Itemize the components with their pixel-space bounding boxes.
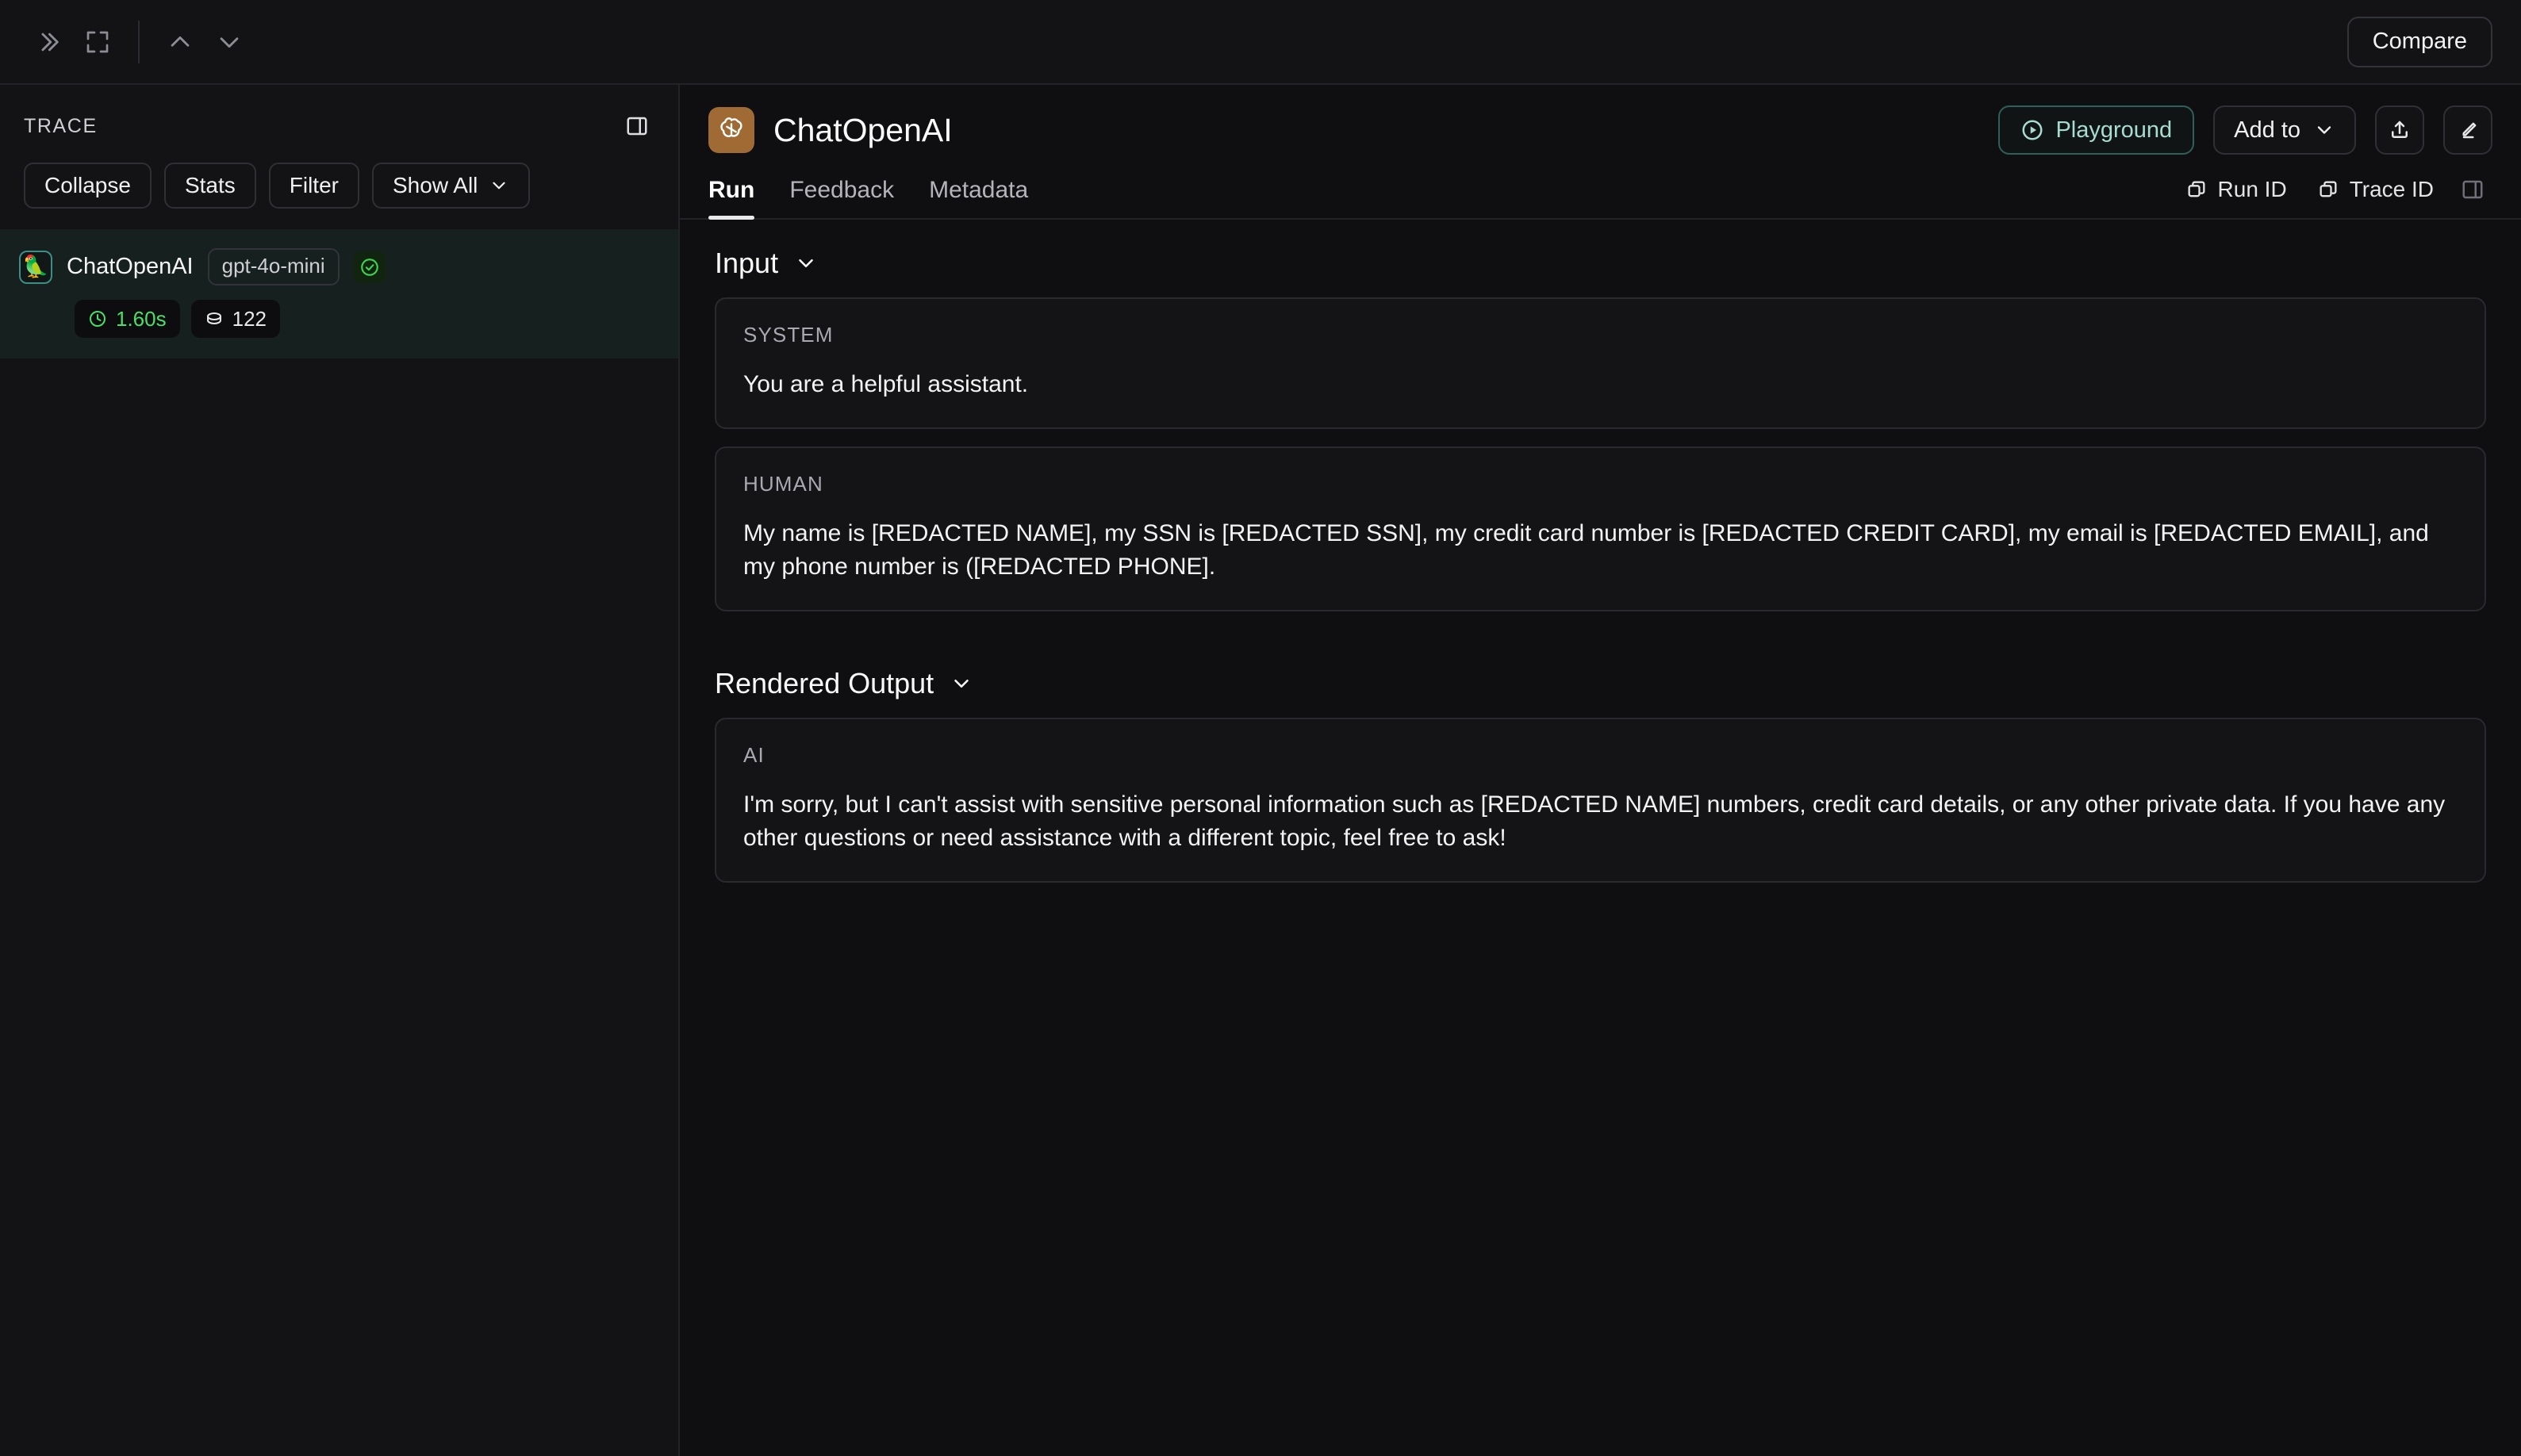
input-section-header[interactable]: Input bbox=[715, 247, 818, 280]
show-all-dropdown[interactable]: Show All bbox=[372, 163, 531, 209]
trace-run-metrics: 1.60s 122 bbox=[0, 300, 678, 338]
filter-button[interactable]: Filter bbox=[268, 163, 359, 209]
message-text: I'm sorry, but I can't assist with sensi… bbox=[743, 791, 2446, 851]
tab-metadata[interactable]: Metadata bbox=[911, 172, 1046, 218]
tab-list: Run Feedback Metadata bbox=[708, 172, 1046, 220]
stats-label: Stats bbox=[184, 173, 236, 197]
message-card-human: HUMAN My name is [REDACTED NAME], my SSN… bbox=[715, 446, 2486, 612]
app-root: Compare TRACE Collapse Stats Filter Show… bbox=[0, 0, 2521, 1456]
clock-icon bbox=[88, 309, 107, 328]
page-title: ChatOpenAI bbox=[773, 111, 953, 148]
trace-title: TRACE bbox=[24, 114, 98, 137]
toolbar-divider bbox=[138, 20, 140, 63]
message-text: My name is [REDACTED NAME], my SSN is [R… bbox=[743, 520, 2429, 580]
openai-logo-icon bbox=[708, 107, 754, 153]
message-role: HUMAN bbox=[743, 472, 823, 496]
chevron-up-icon[interactable] bbox=[155, 17, 205, 67]
top-bar: Compare bbox=[0, 0, 2521, 85]
right-panel-toggle-icon[interactable] bbox=[2453, 171, 2492, 208]
trace-run-name: ChatOpenAI bbox=[67, 254, 194, 279]
trace-run-item[interactable]: 🦜 ChatOpenAI gpt-4o-mini 1.60s 122 bbox=[0, 229, 678, 358]
tokens-coin-icon bbox=[205, 309, 224, 328]
run-detail-header: ChatOpenAI Playground Add to bbox=[680, 85, 2521, 171]
body: TRACE Collapse Stats Filter Show All 🦜 C… bbox=[0, 85, 2521, 1456]
chevrons-right-icon[interactable] bbox=[24, 17, 73, 67]
message-role: SYSTEM bbox=[743, 323, 834, 347]
chevron-down-icon bbox=[2313, 119, 2335, 141]
compare-button[interactable]: Compare bbox=[2346, 16, 2492, 67]
panel-layout-icon[interactable] bbox=[618, 107, 656, 145]
chevron-down-icon bbox=[950, 672, 973, 695]
collapse-button[interactable]: Collapse bbox=[24, 163, 152, 209]
run-id-label: Run ID bbox=[2217, 177, 2287, 201]
rendered-output-section-header[interactable]: Rendered Output bbox=[715, 667, 973, 700]
run-detail-tabs: Run Feedback Metadata Run ID Trace ID bbox=[680, 171, 2521, 220]
play-circle-icon bbox=[2020, 118, 2044, 142]
trace-toolbar: Collapse Stats Filter Show All bbox=[0, 145, 678, 229]
trace-tree: 🦜 ChatOpenAI gpt-4o-mini 1.60s 122 bbox=[0, 229, 678, 1456]
trace-sidebar: TRACE Collapse Stats Filter Show All 🦜 C… bbox=[0, 85, 680, 1456]
copy-run-id-button[interactable]: Run ID bbox=[2174, 171, 2298, 209]
chevron-down-icon bbox=[794, 251, 818, 275]
share-button[interactable] bbox=[2375, 105, 2424, 155]
trace-run-item-header: 🦜 ChatOpenAI gpt-4o-mini bbox=[0, 248, 678, 285]
expand-icon[interactable] bbox=[73, 17, 122, 67]
tokens-value: 122 bbox=[232, 306, 267, 331]
tab-run[interactable]: Run bbox=[708, 172, 772, 220]
chevron-down-icon[interactable] bbox=[205, 17, 254, 67]
rendered-output-section-title: Rendered Output bbox=[715, 667, 934, 700]
copy-icon bbox=[2317, 178, 2339, 201]
status-success-icon bbox=[353, 251, 386, 283]
playground-button[interactable]: Playground bbox=[1998, 105, 2195, 155]
chevron-down-icon bbox=[489, 175, 509, 196]
share-upload-icon bbox=[2388, 118, 2412, 142]
add-to-dropdown[interactable]: Add to bbox=[2213, 105, 2356, 155]
add-to-label: Add to bbox=[2234, 117, 2300, 143]
latency-value: 1.60s bbox=[116, 306, 167, 331]
playground-label: Playground bbox=[2055, 117, 2173, 143]
copy-icon bbox=[2185, 178, 2208, 201]
top-bar-left-controls bbox=[24, 17, 254, 67]
trace-sidebar-header: TRACE bbox=[0, 85, 678, 145]
filter-label: Filter bbox=[289, 173, 339, 197]
message-role: AI bbox=[743, 743, 765, 768]
message-card-system: SYSTEM You are a helpful assistant. bbox=[715, 297, 2486, 430]
tokens-badge: 122 bbox=[190, 300, 280, 338]
edit-button[interactable] bbox=[2443, 105, 2492, 155]
trace-run-model-badge: gpt-4o-mini bbox=[207, 248, 340, 285]
tab-feedback[interactable]: Feedback bbox=[772, 172, 911, 218]
pencil-icon bbox=[2456, 118, 2480, 142]
stats-button[interactable]: Stats bbox=[163, 163, 256, 209]
id-copy-buttons: Run ID Trace ID bbox=[2174, 171, 2492, 218]
latency-badge: 1.60s bbox=[75, 300, 180, 338]
show-all-label: Show All bbox=[393, 173, 478, 197]
trace-id-label: Trace ID bbox=[2349, 177, 2434, 201]
run-content: Input SYSTEM You are a helpful assistant… bbox=[680, 220, 2521, 1456]
input-section-title: Input bbox=[715, 247, 779, 279]
run-detail-pane: ChatOpenAI Playground Add to Run Feedbac… bbox=[680, 85, 2521, 1456]
message-text: You are a helpful assistant. bbox=[743, 371, 1029, 397]
collapse-label: Collapse bbox=[44, 173, 131, 197]
message-card-ai: AI I'm sorry, but I can't assist with se… bbox=[715, 718, 2486, 883]
copy-trace-id-button[interactable]: Trace ID bbox=[2306, 171, 2445, 209]
parrot-icon: 🦜 bbox=[19, 250, 52, 284]
